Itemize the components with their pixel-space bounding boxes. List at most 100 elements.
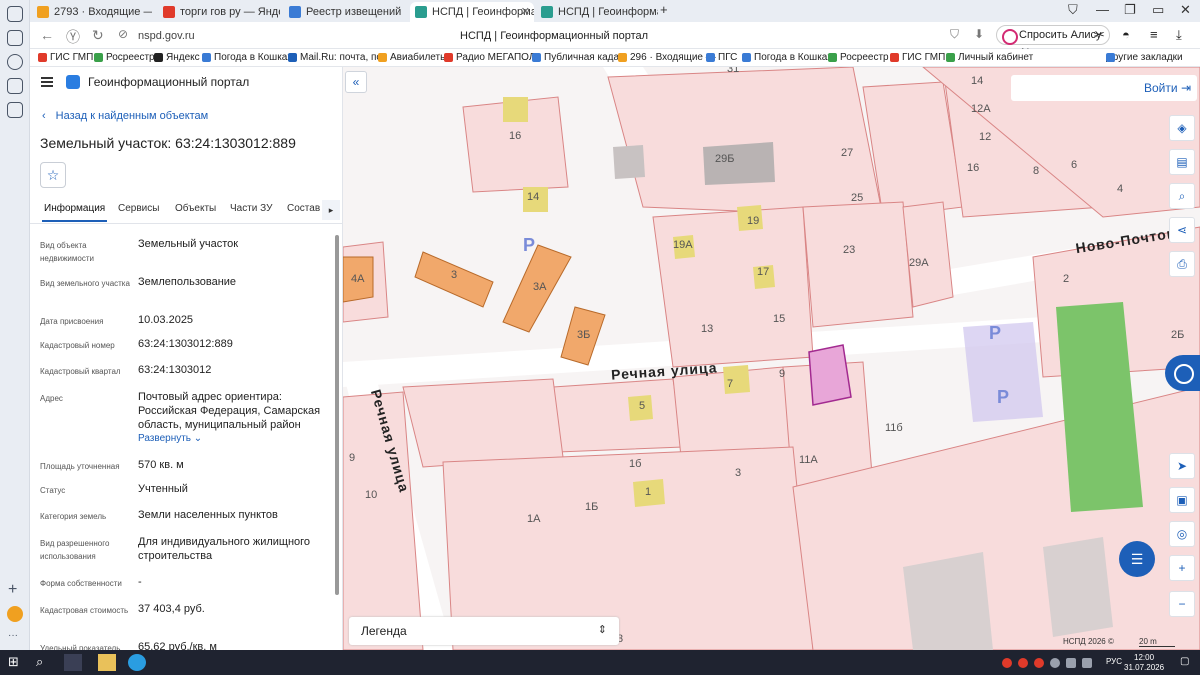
tab-2[interactable]: Реестр извещений xyxy=(284,2,404,22)
network-icon[interactable] xyxy=(1066,658,1076,668)
tabs-next-button[interactable]: ▸ xyxy=(322,200,340,220)
side-widget-tab[interactable] xyxy=(1165,355,1200,391)
tab-3[interactable]: НСПД | Геоинформацио✕ xyxy=(410,2,534,22)
favorite-button[interactable]: ☆ xyxy=(40,162,66,188)
bookmark-item[interactable]: ГИС ГМП xyxy=(38,52,93,63)
bookmark-item[interactable]: Радио МЕГАПОЛ xyxy=(444,52,535,63)
basemap-button[interactable]: ▤ xyxy=(1169,149,1195,175)
profile-icon[interactable]: ◓ xyxy=(1122,27,1130,42)
yandex-logo-icon[interactable]: Ⓨ xyxy=(66,27,80,47)
chat-button[interactable]: ☰ xyxy=(1119,541,1155,577)
bookmark-item[interactable]: ПГС xyxy=(706,52,737,63)
print-button[interactable]: ⎙ xyxy=(1169,251,1195,277)
bookmark-icon[interactable]: ⛉ xyxy=(950,27,959,42)
bookmark-item[interactable]: Росреестр xyxy=(94,52,155,63)
back-to-results-link[interactable]: ‹ Назад к найденным объектам xyxy=(42,110,208,122)
layers-button[interactable]: ◈ xyxy=(1169,115,1195,141)
bookmark-item[interactable]: Публичная кадас xyxy=(532,52,624,63)
menu-icon[interactable]: ≡ xyxy=(1150,27,1158,42)
maximize-button[interactable]: ❐ xyxy=(1124,2,1136,18)
ask-alice-button[interactable]: Спросить Алису AI xyxy=(996,25,1110,59)
locate-button[interactable]: ◎ xyxy=(1169,521,1195,547)
add-icon[interactable]: + xyxy=(8,582,17,598)
yandex-mail-icon[interactable] xyxy=(7,6,23,22)
tab-4[interactable]: НСПД | Геоинформацио xyxy=(536,2,658,22)
bookmark-item[interactable]: Авиабилеты xyxy=(378,52,447,63)
expand-address-link[interactable]: Развернуть ⌄ xyxy=(138,432,326,446)
volume-icon[interactable] xyxy=(1082,658,1092,668)
downloads-icon[interactable]: ⤓ xyxy=(1176,27,1182,43)
bookmark-item[interactable]: Mail.Ru: почта, по xyxy=(288,52,382,63)
bookmark-item[interactable]: Погода в Кошках xyxy=(742,52,832,63)
windows-start-icon[interactable]: ⊞ xyxy=(8,654,26,671)
reload-icon[interactable]: ↻ xyxy=(92,27,104,44)
bookmark-item[interactable]: ГИС ГМП xyxy=(890,52,945,63)
tray-icon[interactable] xyxy=(1050,658,1060,668)
minimap-button[interactable]: ▣ xyxy=(1169,487,1195,513)
property-label: Категория земель xyxy=(40,512,107,521)
tray-icon[interactable] xyxy=(1034,658,1044,668)
bookmark-item[interactable]: Росреестр xyxy=(828,52,889,63)
selected-parcel[interactable] xyxy=(808,344,852,406)
edge-icon[interactable] xyxy=(128,654,146,671)
collapse-panel-button[interactable]: « xyxy=(345,71,367,93)
url-text[interactable]: nspd.gov.ru xyxy=(138,30,195,42)
notifications-icon[interactable]: ▢ xyxy=(1180,656,1190,673)
tray-icon[interactable] xyxy=(1002,658,1012,668)
bookmark-item[interactable]: Личный кабинет xyxy=(946,52,1033,63)
download-icon[interactable]: ⬇ xyxy=(974,27,984,41)
address-text: Почтовый адрес ориентира: Российская Фед… xyxy=(138,391,321,431)
parking-icon: P xyxy=(523,235,536,255)
login-button[interactable]: Войти ⇥ xyxy=(1144,81,1191,95)
cadastral-map[interactable]: 16 14 3 3А 3Б 4А 29Б 27 25 19 19А 23 17 … xyxy=(343,67,1200,650)
legend-dropdown[interactable]: Легенда ⇕ xyxy=(349,617,619,645)
house-label: 3А xyxy=(533,281,547,293)
close-window-button[interactable]: ✕ xyxy=(1180,2,1191,18)
bookmark-item[interactable]: Погода в Кошках xyxy=(202,52,292,63)
tab-parts[interactable]: Части ЗУ xyxy=(230,203,272,214)
minimize-button[interactable]: — xyxy=(1096,2,1109,17)
other-bookmarks[interactable]: Другие закладки xyxy=(1106,52,1183,63)
property-value: 37 403,4 руб. xyxy=(138,603,205,615)
more-icon[interactable]: ··· xyxy=(8,628,18,644)
tray-icon[interactable] xyxy=(1018,658,1028,668)
tab-info[interactable]: Информация xyxy=(41,203,108,222)
property-value: 10.03.2025 xyxy=(138,314,194,326)
tab-1[interactable]: торги гов ру — Яндекс: на xyxy=(158,2,280,22)
tab-objects[interactable]: Объекты xyxy=(175,203,216,214)
property-label: Удельный показатель xyxy=(40,644,121,650)
zoom-in-button[interactable]: + xyxy=(1169,555,1195,581)
file-explorer-icon[interactable] xyxy=(98,654,116,671)
language-indicator[interactable]: РУС xyxy=(1106,657,1122,666)
map-canvas[interactable] xyxy=(343,67,1200,650)
play-icon[interactable] xyxy=(7,54,23,70)
assistant-icon[interactable] xyxy=(7,606,23,622)
geolocate-button[interactable]: ➤ xyxy=(1169,453,1195,479)
hamburger-menu-icon[interactable] xyxy=(41,77,53,87)
share-button[interactable]: ⋖ xyxy=(1169,217,1195,243)
restore-button[interactable]: ▭ xyxy=(1152,2,1164,18)
search-icon[interactable]: ⌕ xyxy=(36,654,54,671)
tab-services[interactable]: Сервисы xyxy=(118,203,159,214)
bookmark-item[interactable]: 296 · Входящие — xyxy=(618,52,716,63)
system-clock[interactable]: 12:00 31.07.2026 xyxy=(1124,653,1164,673)
notes-icon[interactable] xyxy=(7,30,23,46)
house-label: 12 xyxy=(979,131,992,143)
search-area-button[interactable]: ⌕ xyxy=(1169,183,1195,209)
screenshot-icon[interactable] xyxy=(7,102,23,118)
extensions-icon[interactable]: ✂ xyxy=(1094,27,1105,43)
panel-scrollbar[interactable] xyxy=(335,235,339,595)
bookmark-tab-icon[interactable]: ⛉ xyxy=(1068,2,1078,18)
tab-composition[interactable]: Состав xyxy=(287,203,320,214)
close-icon[interactable]: ✕ xyxy=(521,2,530,22)
property-value: - xyxy=(138,576,142,588)
tab-0[interactable]: 2793 · Входящие — Яндекс xyxy=(32,2,152,22)
back-arrow-icon[interactable]: ← xyxy=(40,27,54,43)
zoom-out-button[interactable]: − xyxy=(1169,591,1195,617)
house-label: 15 xyxy=(773,313,786,325)
new-tab-button[interactable]: + xyxy=(660,2,668,17)
number-icon[interactable] xyxy=(7,78,23,94)
parcel xyxy=(607,67,884,218)
bookmark-item[interactable]: Яндекс xyxy=(154,52,200,63)
yandex-browser-icon[interactable] xyxy=(64,654,82,671)
